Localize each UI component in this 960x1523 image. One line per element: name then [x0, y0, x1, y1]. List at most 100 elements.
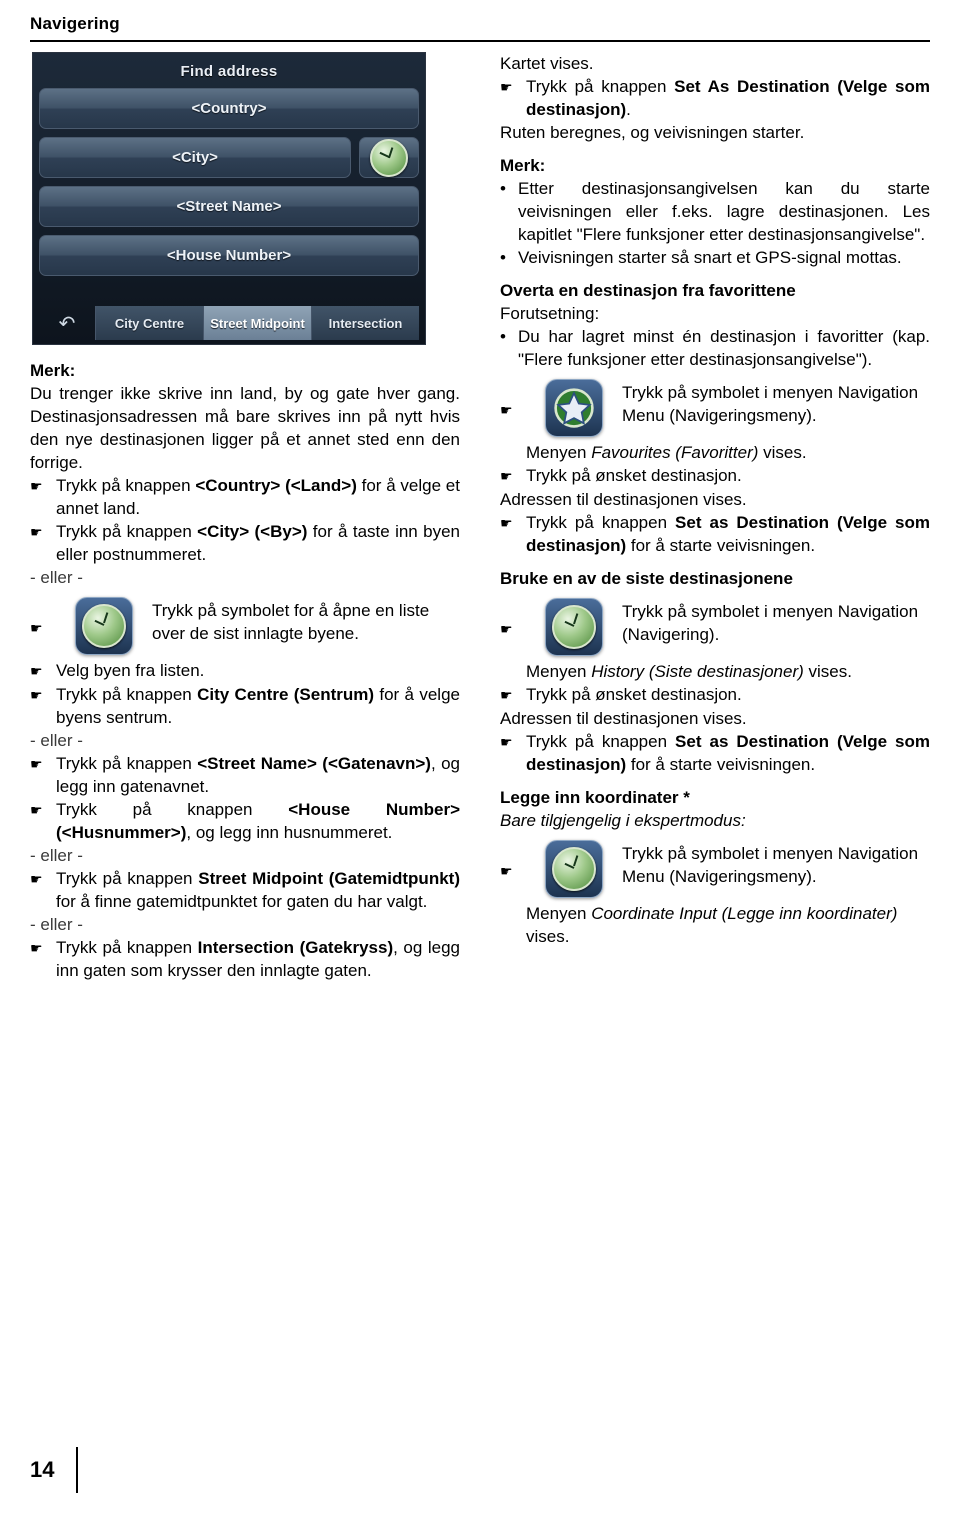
siste-menu-a: Menyen	[526, 662, 592, 681]
fav-setdest-a: Trykk på knappen	[526, 513, 676, 532]
step-house-c: , og legg inn husnummeret.	[186, 823, 393, 842]
fav-menu-a: Menyen	[526, 443, 592, 462]
favorites-address-text: Adressen til destinasjonen vises.	[500, 490, 747, 509]
device-button-street[interactable]: <Street Name>	[39, 186, 419, 227]
setdest-a: Trykk på knappen	[526, 77, 675, 96]
eller-3: - eller -	[30, 846, 83, 865]
step-history-icon-text: Trykk på symbolet i menyen Navigation (N…	[622, 602, 919, 644]
compass-icon	[370, 138, 408, 177]
step-city-centre: ☛ Trykk på knappen City Centre (Sentrum)…	[30, 683, 460, 729]
siste-setdest-a: Trykk på knappen	[526, 732, 676, 751]
step-street-name: ☛ Trykk på knappen <Street Name> (<Gaten…	[30, 752, 460, 798]
coordinates-subtext: Bare tilgjengelig i ekspertmodus:	[500, 811, 746, 830]
koord-menu-b: Coordinate Input (Legge inn koordinater)	[591, 904, 898, 923]
fav-setdest-c: for å starte veivisningen.	[626, 536, 816, 555]
step-history-icon: ☛ Trykk på symbolet i menyen Navigation …	[500, 596, 930, 656]
note-heading: Merk:	[30, 361, 76, 380]
merk-bullet-2: • Veivisningen starter så snart et GPS-s…	[500, 246, 930, 269]
tab-street-midpoint[interactable]: Street Midpoint	[203, 306, 311, 340]
coordinates-heading: Legge inn koordinater *	[500, 788, 690, 807]
tab-city-centre[interactable]: City Centre	[95, 306, 203, 340]
step-house-number: ☛ Trykk på knappen <House Number> (<Husn…	[30, 798, 460, 844]
ruten-beregnes-text: Ruten beregnes, og veivisningen starter.	[500, 123, 805, 142]
back-arrow-icon[interactable]: ↶	[39, 306, 95, 340]
step-country: ☛ Trykk på knappen <Country> (<Land>) fo…	[30, 474, 460, 520]
history-address-text: Adressen til destinasjonen vises.	[500, 709, 747, 728]
favorites-icon-box	[526, 377, 622, 437]
siste-setdest-c: for å starte veivisningen.	[626, 755, 816, 774]
step-favorites-icon-text: Trykk på symbolet i menyen Navigation Me…	[622, 383, 919, 425]
device-tabbar: ↶ City Centre Street Midpoint Intersecti…	[39, 306, 419, 340]
step-velg-by-text: Velg byen fra listen.	[56, 661, 205, 680]
hand-icon: ☛	[30, 756, 43, 772]
page-footer: 14	[30, 1447, 930, 1493]
step-intersection-text: Trykk på knappen Intersection (Gatekryss…	[56, 936, 460, 982]
step-country-a: Trykk på knappen	[56, 476, 196, 495]
step-set-as-destination: ☛ Trykk på knappen Set As Destination (V…	[500, 75, 930, 121]
bullet-icon: •	[500, 327, 506, 346]
compass-icon	[75, 597, 133, 655]
step-city: ☛ Trykk på knappen <City> (<By>) for å t…	[30, 520, 460, 566]
page-header: Navigering	[30, 14, 930, 42]
step-midpoint-b: Street Midpoint (Gatemidtpunkt)	[198, 869, 460, 888]
hand-icon: ☛	[30, 478, 43, 494]
step-centre-a: Trykk på knappen	[56, 685, 198, 704]
merk-bullet-2-text: Veivisningen starter så snart et GPS-sig…	[518, 248, 902, 267]
hand-icon: ☛	[500, 687, 513, 703]
favorites-bullet-1: • Du har lagret minst én destinasjon i f…	[500, 325, 930, 371]
coordinates-icon-box	[526, 838, 622, 898]
device-button-house[interactable]: <House Number>	[39, 235, 419, 276]
step-street-a: Trykk på knappen	[56, 754, 198, 773]
step-favorites-select: ☛ Trykk på ønsket destinasjon.	[500, 464, 930, 488]
step-history-select: ☛ Trykk på ønsket destinasjon.	[500, 683, 930, 707]
document-page: Navigering Find address <Country> <City>…	[0, 0, 960, 1523]
eller-4: - eller -	[30, 915, 83, 934]
merk-heading: Merk:	[500, 156, 546, 175]
hand-icon: ☛	[500, 515, 513, 531]
favorites-forutsetning: Forutsetning:	[500, 304, 600, 323]
bullet-icon: •	[500, 248, 506, 267]
step-midpoint-c: for å finne gatemidtpunktet for gaten du…	[56, 892, 428, 911]
header-divider	[30, 40, 930, 42]
step-country-text: Trykk på knappen <Country> (<Land>) for …	[56, 474, 460, 520]
tab-intersection[interactable]: Intersection	[311, 306, 419, 340]
hand-icon: ☛	[30, 940, 43, 956]
compass-glyph-icon	[552, 847, 596, 891]
recent-cities-icon-box	[56, 595, 152, 655]
step-house-a: Trykk på knappen	[56, 800, 289, 819]
step-favorites-setdest: ☛ Trykk på knappen Set as Destination (V…	[500, 511, 930, 557]
merk-bullet-1: • Etter destinasjonsangivelsen kan du st…	[500, 177, 930, 246]
step-history-setdest-text: Trykk på knappen Set as Destination (Vel…	[526, 730, 930, 776]
compass-icon	[545, 840, 603, 898]
device-button-city[interactable]: <City>	[39, 137, 351, 178]
step-inter-b: Intersection (Gatekryss)	[197, 938, 394, 957]
step-city-text: Trykk på knappen <City> (<By>) for å tas…	[56, 520, 460, 566]
step-set-as-destination-text: Trykk på knappen Set As Destination (Vel…	[526, 75, 930, 121]
device-title: Find address	[180, 63, 278, 80]
step-street-midpoint-text: Trykk på knappen Street Midpoint (Gatemi…	[56, 867, 460, 913]
step-velg-by: ☛ Velg byen fra listen.	[30, 659, 460, 683]
hand-icon: ☛	[30, 687, 43, 703]
page-number: 14	[30, 1457, 55, 1482]
hand-icon: ☛	[500, 79, 513, 95]
fav-menu-b: Favourites (Favoritter)	[591, 443, 759, 462]
right-column: Kartet vises. ☛ Trykk på knappen Set As …	[500, 52, 930, 948]
footer-divider	[76, 1447, 78, 1493]
step-street-midpoint: ☛ Trykk på knappen Street Midpoint (Gate…	[30, 867, 460, 913]
step-favorites-icon: ☛ Trykk på symbolet i menyen Navigation …	[500, 377, 930, 437]
step-city-a: Trykk på knappen	[56, 522, 198, 541]
recent-cities-button[interactable]	[359, 137, 419, 178]
compass-glyph-icon	[552, 605, 596, 649]
device-screenshot: Find address <Country> <City> <Street Na…	[32, 52, 426, 345]
step-midpoint-a: Trykk på knappen	[56, 869, 199, 888]
step-house-number-text: Trykk på knappen <House Number> (<Husnum…	[56, 798, 460, 844]
hand-icon: ☛	[500, 863, 513, 879]
favorites-menu-line: Menyen Favourites (Favoritter) vises.	[500, 441, 930, 464]
eller-1: - eller -	[30, 568, 83, 587]
siste-menu-c: vises.	[803, 662, 852, 681]
kartet-vises-text: Kartet vises.	[500, 54, 594, 73]
fav-menu-c: vises.	[758, 443, 807, 462]
merk-bullet-1-text: Etter destinasjonsangivelsen kan du star…	[518, 179, 930, 244]
hand-icon: ☛	[500, 621, 513, 637]
device-button-country[interactable]: <Country>	[39, 88, 419, 129]
